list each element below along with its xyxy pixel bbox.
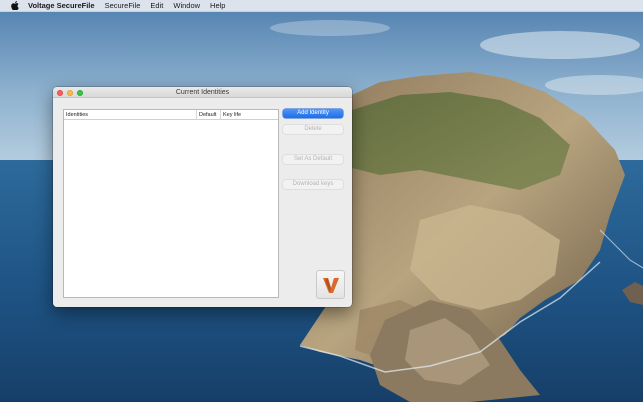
voltage-v-logo-icon bbox=[316, 270, 345, 299]
menu-help[interactable]: Help bbox=[210, 0, 225, 12]
menu-app-name[interactable]: Voltage SecureFile bbox=[28, 0, 95, 12]
delete-button[interactable]: Delete bbox=[283, 125, 343, 134]
add-identity-button[interactable]: Add Identity bbox=[283, 109, 343, 118]
apple-logo-icon[interactable] bbox=[10, 1, 20, 11]
menu-bar: Voltage SecureFile SecureFile Edit Windo… bbox=[0, 0, 643, 12]
identities-table[interactable]: Identities Default Key life bbox=[63, 109, 279, 298]
current-identities-window: Current Identities Identities Default Ke… bbox=[53, 87, 352, 307]
menu-securefile[interactable]: SecureFile bbox=[105, 0, 141, 12]
window-title: Current Identities bbox=[175, 89, 230, 96]
window-titlebar[interactable]: Current Identities bbox=[53, 87, 352, 98]
column-header-key-life[interactable]: Key life bbox=[221, 110, 278, 120]
table-header: Identities Default Key life bbox=[64, 110, 278, 120]
column-header-identities[interactable]: Identities bbox=[64, 110, 197, 120]
set-as-default-button[interactable]: Set As Default bbox=[283, 155, 343, 164]
download-keys-button[interactable]: Download keys bbox=[283, 180, 343, 189]
menu-window[interactable]: Window bbox=[173, 0, 200, 12]
column-header-default[interactable]: Default bbox=[197, 110, 221, 120]
menu-edit[interactable]: Edit bbox=[150, 0, 163, 12]
